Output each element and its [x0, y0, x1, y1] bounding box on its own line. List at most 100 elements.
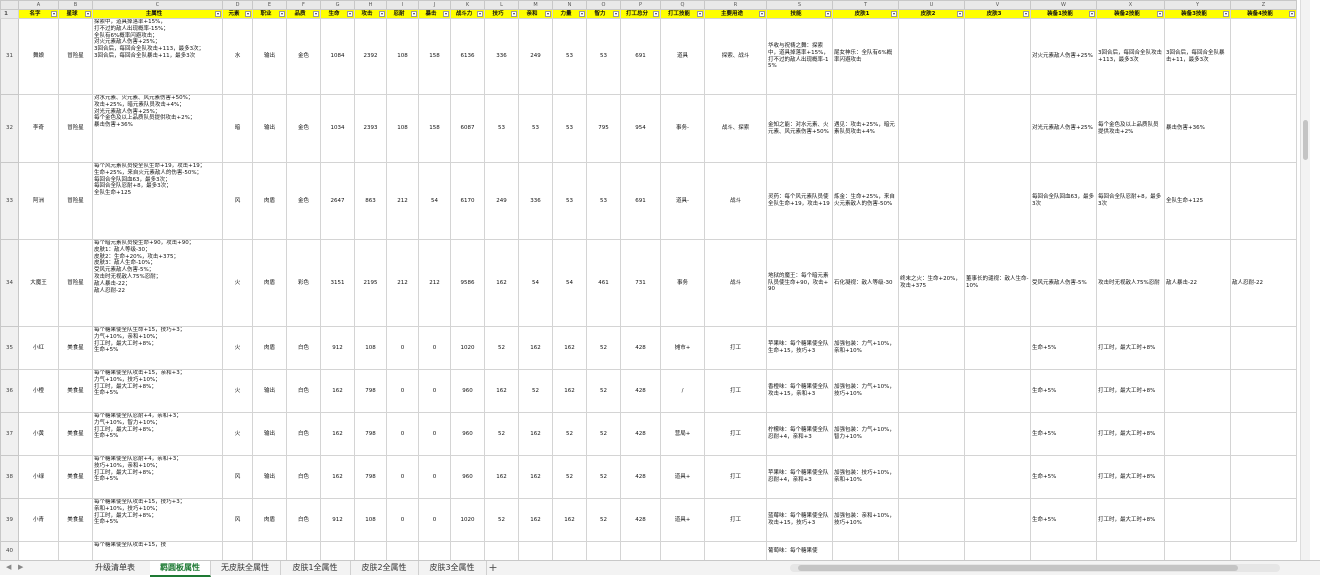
filter-dropdown-icon[interactable]: ▾: [347, 11, 353, 17]
column-header[interactable]: 技巧 ▾: [484, 9, 519, 19]
filter-dropdown-icon[interactable]: ▾: [85, 11, 91, 17]
table-cell[interactable]: 912: [320, 326, 355, 370]
table-cell[interactable]: [898, 18, 965, 95]
column-header[interactable]: 装备4技能 ▾: [1230, 9, 1297, 19]
table-cell[interactable]: 54: [552, 239, 587, 327]
table-cell[interactable]: [222, 541, 253, 560]
table-cell[interactable]: 9586: [450, 239, 485, 327]
column-letter-r[interactable]: R: [704, 0, 767, 10]
table-cell[interactable]: 摊市+: [660, 326, 705, 370]
table-cell[interactable]: 风: [222, 455, 253, 499]
table-cell[interactable]: 428: [620, 326, 661, 370]
table-cell[interactable]: [964, 326, 1031, 370]
column-letter-a[interactable]: A: [18, 0, 59, 10]
tab-sheet-3[interactable]: 皮肤1全属性: [280, 561, 351, 575]
table-cell[interactable]: 0: [386, 455, 419, 499]
table-cell[interactable]: [898, 326, 965, 370]
table-cell[interactable]: 52: [586, 498, 621, 542]
table-cell[interactable]: 53: [552, 18, 587, 95]
table-cell[interactable]: [518, 541, 553, 560]
table-cell[interactable]: 打工时，最大工时+8%: [1096, 369, 1165, 413]
column-header[interactable]: 打工总分 ▾: [620, 9, 661, 19]
table-cell[interactable]: [898, 498, 965, 542]
table-cell[interactable]: 火: [222, 369, 253, 413]
column-header[interactable]: 主属性 ▾: [92, 9, 223, 19]
table-cell[interactable]: 道具: [660, 18, 705, 95]
table-cell[interactable]: 52: [552, 412, 587, 456]
table-cell[interactable]: 美食星: [58, 412, 93, 456]
table-cell[interactable]: [1230, 369, 1297, 413]
table-cell[interactable]: 52: [484, 326, 519, 370]
table-cell[interactable]: 华收与祝祷之舞：探索中，道具掉落率+15%，打不过的敌人出现概率-15%: [766, 18, 833, 95]
data-table[interactable]: ABCDEFGHIJKLMNOPQRSTUVWXYZ 1 名字 ▾ 星球 ▾ 主属性 ▾ 元素…: [0, 0, 1297, 560]
table-cell[interactable]: 每回合全队忍耐+8，最多3次: [1096, 162, 1165, 240]
table-cell[interactable]: 162: [552, 369, 587, 413]
table-cell[interactable]: 加强包装：力气+10%，智力+10%: [832, 412, 899, 456]
table-cell[interactable]: 795: [586, 94, 621, 163]
column-header[interactable]: 生命 ▾: [320, 9, 355, 19]
table-cell[interactable]: 162: [552, 498, 587, 542]
column-header[interactable]: 名字 ▾: [18, 9, 59, 19]
filter-dropdown-icon[interactable]: ▾: [313, 11, 319, 17]
table-cell[interactable]: 212: [386, 162, 419, 240]
tab-scroll-left-icon[interactable]: ◀: [6, 563, 11, 571]
row-number[interactable]: 37: [0, 412, 19, 456]
spreadsheet-grid[interactable]: ABCDEFGHIJKLMNOPQRSTUVWXYZ 1 名字 ▾ 星球 ▾ 主属性 ▾ 元素…: [0, 0, 1310, 560]
filter-dropdown-icon[interactable]: ▾: [511, 11, 517, 17]
table-cell[interactable]: [1164, 326, 1231, 370]
filter-dropdown-icon[interactable]: ▾: [1223, 11, 1229, 17]
table-cell[interactable]: [418, 541, 451, 560]
table-cell[interactable]: 攻击时无视敌人75%忍耐: [1096, 239, 1165, 327]
table-cell[interactable]: 白色: [286, 369, 321, 413]
column-header[interactable]: 皮肤1 ▾: [832, 9, 899, 19]
table-cell[interactable]: 敌人忍耐-22: [1230, 239, 1297, 327]
column-header[interactable]: 战斗力 ▾: [450, 9, 485, 19]
row-number[interactable]: 33: [0, 162, 19, 240]
table-cell[interactable]: [898, 455, 965, 499]
filter-dropdown-icon[interactable]: ▾: [411, 11, 417, 17]
column-letter-m[interactable]: M: [518, 0, 553, 10]
table-cell[interactable]: 162: [484, 239, 519, 327]
table-cell[interactable]: 柠檬味：每个糖果使全队忍耐+4，亲和+3: [766, 412, 833, 456]
table-cell[interactable]: 冒险星: [58, 162, 93, 240]
table-cell[interactable]: 162: [484, 455, 519, 499]
table-cell[interactable]: 每个金色及以上品质队员提供攻击+2%: [1096, 94, 1165, 163]
column-letter-z[interactable]: Z: [1230, 0, 1297, 10]
horizontal-scrollbar[interactable]: [790, 564, 1280, 572]
column-letter-d[interactable]: D: [222, 0, 253, 10]
column-letter-y[interactable]: Y: [1164, 0, 1231, 10]
table-cell[interactable]: 冒险星: [58, 18, 93, 95]
table-cell[interactable]: 苹果味：每个糖果使全队忍耐+4，亲和+3: [766, 455, 833, 499]
table-cell[interactable]: 道具-: [660, 162, 705, 240]
table-cell[interactable]: 地狱的魔王：每个暗元素队员使生命+90，攻击+90: [766, 239, 833, 327]
table-cell[interactable]: [964, 412, 1031, 456]
table-cell[interactable]: 事务-: [660, 94, 705, 163]
table-cell[interactable]: 1020: [450, 326, 485, 370]
table-cell[interactable]: 打工时，最大工时+8%: [1096, 498, 1165, 542]
table-cell[interactable]: 火: [222, 239, 253, 327]
filter-dropdown-icon[interactable]: ▾: [245, 11, 251, 17]
table-cell[interactable]: [620, 541, 661, 560]
row-number[interactable]: 35: [0, 326, 19, 370]
table-cell[interactable]: 探索中，道具掉落率+15%， 打不过的敌人出现概率-15%； 全队有6%概率闪避…: [92, 18, 223, 95]
table-cell[interactable]: 对水元素、火元素、风元素伤害+50%； 攻击+25%，暗元素队员攻击+4%； 对…: [92, 94, 223, 163]
table-cell[interactable]: 52: [484, 498, 519, 542]
filter-dropdown-icon[interactable]: ▾: [1089, 11, 1095, 17]
table-cell[interactable]: 249: [484, 162, 519, 240]
table-cell[interactable]: [832, 541, 899, 560]
table-cell[interactable]: [898, 94, 965, 163]
column-header[interactable]: 技能 ▾: [766, 9, 833, 19]
table-cell[interactable]: 162: [518, 455, 553, 499]
table-cell[interactable]: 0: [418, 412, 451, 456]
table-cell[interactable]: 108: [386, 94, 419, 163]
table-cell[interactable]: 54: [518, 239, 553, 327]
filter-dropdown-icon[interactable]: ▾: [379, 11, 385, 17]
table-cell[interactable]: 小橙: [18, 369, 59, 413]
table-cell[interactable]: 798: [354, 369, 387, 413]
table-cell[interactable]: 0: [418, 326, 451, 370]
table-cell[interactable]: 158: [418, 94, 451, 163]
table-cell[interactable]: 0: [386, 326, 419, 370]
table-cell[interactable]: 每回合全队回血63，最多3次: [1030, 162, 1097, 240]
table-cell[interactable]: 蓝莓味：每个糖果使全队攻击+15，技巧+3: [766, 498, 833, 542]
table-cell[interactable]: [1230, 412, 1297, 456]
